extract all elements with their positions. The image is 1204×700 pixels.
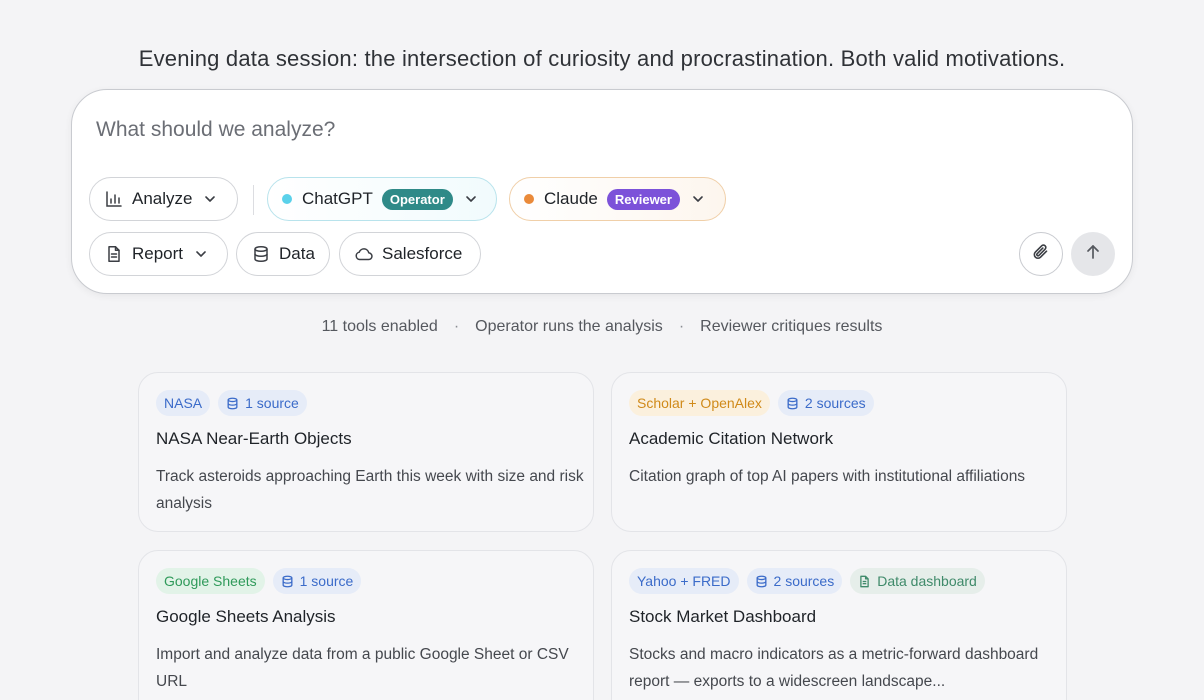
operator-badge: Operator bbox=[381, 188, 453, 210]
document-icon bbox=[858, 575, 871, 588]
report-output-label: Report bbox=[132, 244, 184, 263]
database-icon bbox=[226, 397, 239, 410]
source-count-tag: 1 source bbox=[218, 390, 307, 416]
source-count-label: 2 sources bbox=[773, 573, 835, 589]
report-output-dropdown[interactable]: Report bbox=[89, 232, 228, 276]
source-tag: NASA bbox=[156, 390, 211, 416]
attach-file-button[interactable] bbox=[1019, 232, 1063, 276]
database-icon bbox=[281, 575, 294, 588]
chevron-down-icon bbox=[463, 191, 479, 207]
card-description: Citation graph of top AI papers with ins… bbox=[629, 468, 1026, 485]
card-title: Google Sheets Analysis bbox=[156, 607, 336, 626]
cloud-icon bbox=[354, 244, 374, 264]
source-tag: Scholar + OpenAlex bbox=[629, 390, 770, 416]
chevron-down-icon bbox=[202, 191, 218, 207]
send-button[interactable] bbox=[1071, 232, 1115, 276]
composer-status-line: 11 tools enabled · Operator runs the analy… bbox=[0, 318, 1204, 336]
arrow-up-icon bbox=[1084, 243, 1102, 266]
separator-dot: · bbox=[678, 318, 685, 335]
database-icon bbox=[786, 397, 799, 410]
salesforce-connector-button[interactable]: Salesforce bbox=[339, 232, 481, 276]
composer-panel: Analyze ChatGPT Operator Claude Reviewer bbox=[71, 89, 1133, 294]
chevron-down-icon bbox=[193, 246, 209, 262]
example-card-stock-dashboard[interactable]: Yahoo + FRED 2 sources Data dashboard St… bbox=[611, 550, 1067, 700]
reviewer-model-label: Claude bbox=[544, 189, 598, 208]
chevron-down-icon bbox=[690, 191, 706, 207]
document-icon bbox=[104, 244, 124, 264]
source-count-tag: 2 sources bbox=[746, 568, 843, 594]
card-description: Stocks and macro indicators as a metric-… bbox=[629, 646, 1039, 690]
reviewer-model-dropdown[interactable]: Claude Reviewer bbox=[509, 177, 726, 221]
bar-chart-icon bbox=[104, 189, 124, 209]
source-count-tag: 1 source bbox=[272, 568, 362, 594]
salesforce-connector-label: Salesforce bbox=[382, 244, 463, 263]
reviewer-status-dot bbox=[524, 194, 534, 204]
operator-status-dot bbox=[282, 194, 292, 204]
example-card-citation-network[interactable]: Scholar + OpenAlex 2 sources Academic Ci… bbox=[611, 372, 1067, 532]
database-icon bbox=[755, 575, 768, 588]
analyze-mode-label: Analyze bbox=[132, 189, 193, 208]
separator-dot: · bbox=[453, 318, 460, 335]
operator-note: Operator runs the analysis bbox=[475, 318, 663, 335]
example-card-nasa[interactable]: NASA 1 source NASA Near-Earth Objects Tr… bbox=[138, 372, 594, 532]
example-card-google-sheets[interactable]: Google Sheets 1 source Google Sheets Ana… bbox=[138, 550, 594, 700]
source-tag: Yahoo + FRED bbox=[629, 568, 739, 594]
analyze-mode-dropdown[interactable]: Analyze bbox=[89, 177, 238, 221]
source-count-label: 1 source bbox=[299, 573, 354, 589]
card-title: Academic Citation Network bbox=[629, 429, 834, 448]
data-source-label: Data bbox=[279, 244, 315, 263]
data-source-button[interactable]: Data bbox=[236, 232, 330, 276]
card-description: Track asteroids approaching Earth this w… bbox=[156, 468, 584, 512]
greeting-text: Evening data session: the intersection o… bbox=[138, 46, 1066, 71]
database-icon bbox=[251, 244, 271, 264]
analysis-prompt-input[interactable] bbox=[96, 118, 996, 142]
operator-model-label: ChatGPT bbox=[302, 189, 373, 208]
paperclip-icon bbox=[1031, 242, 1051, 267]
output-type-label: Data dashboard bbox=[877, 573, 977, 589]
reviewer-note: Reviewer critiques results bbox=[700, 318, 883, 335]
toolbar-divider bbox=[253, 185, 254, 215]
reviewer-badge: Reviewer bbox=[606, 188, 680, 210]
card-description: Import and analyze data from a public Go… bbox=[156, 646, 569, 690]
card-title: Stock Market Dashboard bbox=[629, 607, 817, 626]
page: Evening data session: the intersection o… bbox=[0, 0, 1204, 700]
source-tag: Google Sheets bbox=[156, 568, 265, 594]
output-type-tag: Data dashboard bbox=[850, 568, 985, 594]
source-count-label: 1 source bbox=[245, 395, 299, 411]
operator-model-dropdown[interactable]: ChatGPT Operator bbox=[267, 177, 497, 221]
source-count-tag: 2 sources bbox=[777, 390, 874, 416]
tools-enabled-count: 11 tools enabled bbox=[321, 318, 438, 335]
source-count-label: 2 sources bbox=[804, 395, 866, 411]
card-title: NASA Near-Earth Objects bbox=[156, 429, 352, 448]
